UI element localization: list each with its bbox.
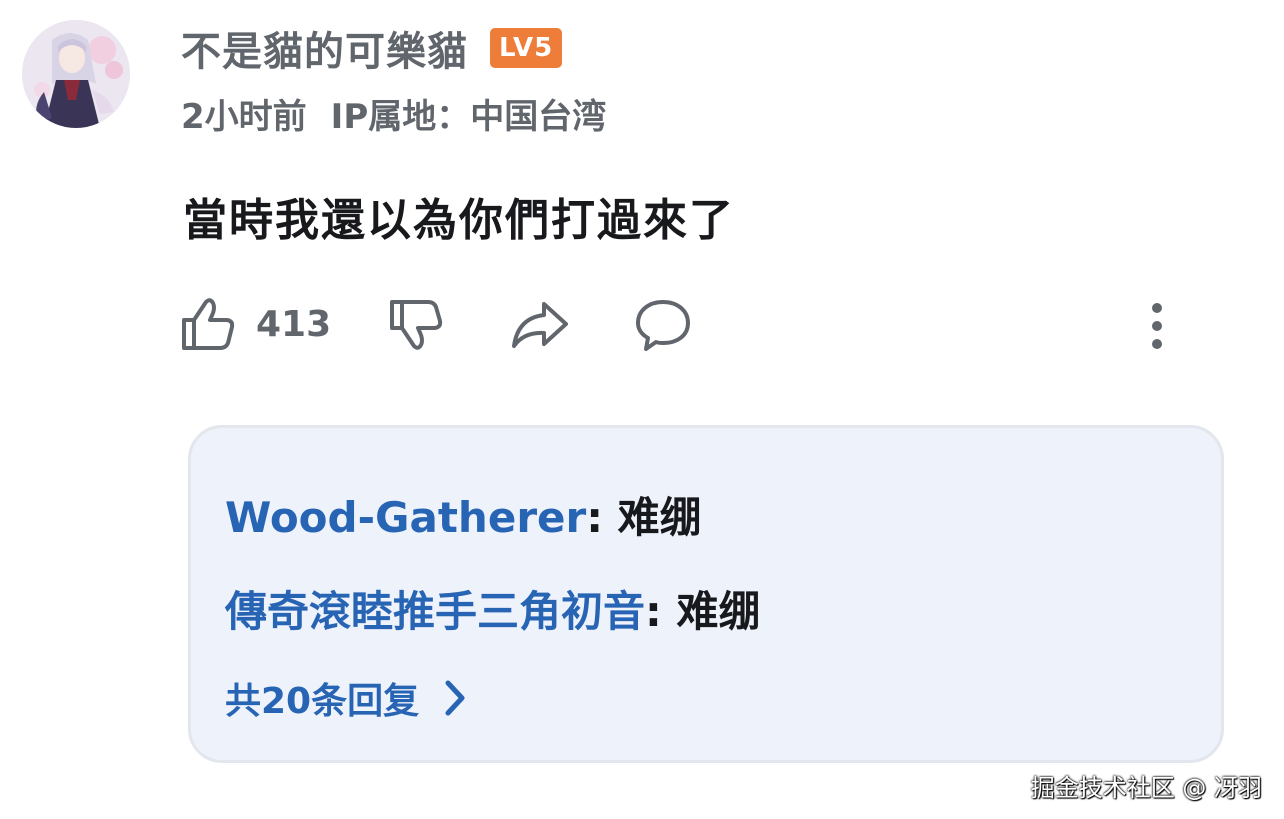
- reply-separator: :: [586, 493, 604, 542]
- share-arrow-icon: [512, 302, 568, 348]
- more-vertical-icon: [1152, 303, 1162, 349]
- reply-separator: :: [645, 587, 662, 636]
- username-row: 不是貓的可樂貓 LV5: [181, 19, 563, 77]
- reply-preview-item[interactable]: 傳奇滾睦推手三角初音: 难绷: [225, 578, 760, 639]
- dislike-button[interactable]: [388, 292, 444, 356]
- chevron-right-icon: [445, 680, 465, 716]
- avatar[interactable]: [22, 20, 130, 128]
- comment-time: 2小时前: [181, 96, 307, 137]
- share-button[interactable]: [510, 292, 570, 356]
- more-options-button[interactable]: [1142, 292, 1172, 356]
- replies-preview[interactable]: Wood-Gatherer: 难绷 傳奇滾睦推手三角初音: 难绷 共20条回复: [188, 425, 1224, 763]
- ip-location: IP属地：中国台湾: [330, 96, 607, 137]
- level-badge: LV5: [490, 28, 563, 68]
- username[interactable]: 不是貓的可樂貓: [181, 19, 468, 77]
- replies-count-label: 共20条回复: [225, 681, 420, 722]
- chat-bubble-icon: [636, 300, 690, 351]
- comment-page: 不是貓的可樂貓 LV5 2小时前 IP属地：中国台湾 當時我還以為你們打過來了 …: [0, 0, 1284, 819]
- view-all-replies-link[interactable]: 共20条回复: [225, 672, 467, 724]
- thumbs-up-icon: [182, 298, 235, 350]
- comment-text: 當時我還以為你們打過來了: [183, 195, 735, 246]
- reply-author[interactable]: Wood-Gatherer: [225, 493, 586, 542]
- reply-preview-item[interactable]: Wood-Gatherer: 难绷: [225, 484, 702, 545]
- like-button[interactable]: 413: [180, 292, 331, 356]
- reply-text: 难绷: [676, 587, 761, 636]
- comment-actions: 413: [180, 292, 1180, 356]
- thumbs-down-icon: [390, 300, 443, 350]
- reply-button[interactable]: [634, 292, 692, 356]
- watermark: 掘金技术社区 @ 冴羽: [1030, 774, 1262, 802]
- like-count: 413: [256, 303, 332, 345]
- avatar-image: [22, 20, 130, 128]
- reply-author[interactable]: 傳奇滾睦推手三角初音: [225, 587, 645, 636]
- reply-text: 难绷: [617, 493, 702, 542]
- comment-meta: 2小时前 IP属地：中国台湾: [181, 90, 607, 137]
